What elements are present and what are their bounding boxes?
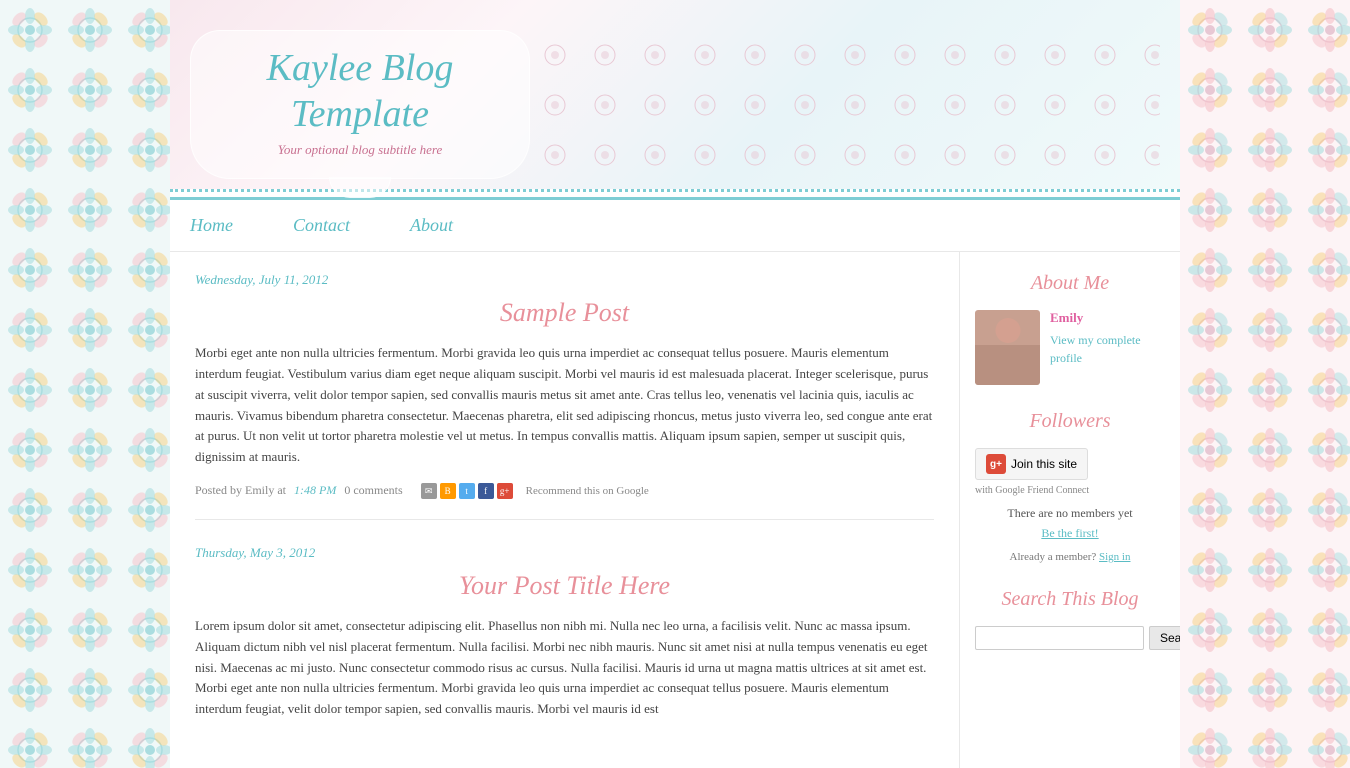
post-2-title: Your Post Title Here	[195, 571, 934, 601]
search-section: Search This Blog Search	[975, 588, 1165, 650]
post-1-author-label: Posted by Emily at	[195, 483, 286, 498]
already-member-text: Already a member? Sign in	[975, 551, 1165, 563]
gplus-share-icon[interactable]: g+	[497, 483, 513, 499]
avatar-info: Emily View my complete profile	[1050, 310, 1165, 367]
post-1-comments[interactable]: 0 comments	[344, 483, 402, 498]
google-icon: g+	[986, 454, 1006, 474]
left-decoration	[0, 0, 170, 768]
facebook-share-icon[interactable]: f	[478, 483, 494, 499]
join-label: Join this site	[1011, 457, 1077, 471]
be-first-link[interactable]: Be the first!	[975, 526, 1165, 541]
twitter-share-icon[interactable]: t	[459, 483, 475, 499]
recommend-text: Recommend this on Google	[526, 485, 649, 497]
view-profile-link[interactable]: View my complete profile	[1050, 333, 1141, 365]
followers-section: Followers g+ Join this site with Google …	[975, 410, 1165, 563]
sidebar: About Me Emily View my complete profile …	[960, 252, 1180, 768]
site-header: Kaylee Blog Template Your optional blog …	[170, 0, 1180, 200]
sign-in-link[interactable]: Sign in	[1099, 551, 1130, 563]
blog-title: Kaylee Blog Template	[231, 46, 489, 137]
right-decoration	[1180, 0, 1350, 768]
blog-subtitle: Your optional blog subtitle here	[231, 142, 489, 158]
post-1-footer: Posted by Emily at 1:48 PM 0 comments ✉ …	[195, 483, 934, 520]
avatar	[975, 310, 1040, 385]
nav-contact[interactable]: Contact	[293, 215, 350, 236]
nav-about[interactable]: About	[410, 215, 453, 236]
followers-title: Followers	[975, 410, 1165, 433]
content-wrapper: Wednesday, July 11, 2012 Sample Post Mor…	[170, 252, 1180, 768]
join-site-button[interactable]: g+ Join this site	[975, 448, 1088, 480]
post-1-title: Sample Post	[195, 298, 934, 328]
search-input[interactable]	[975, 626, 1144, 650]
post-2: Thursday, May 3, 2012 Your Post Title He…	[195, 545, 934, 720]
post-2-date: Thursday, May 3, 2012	[195, 545, 934, 561]
share-icons-1: ✉ B t f g+	[421, 483, 513, 499]
about-me-content: Emily View my complete profile	[975, 310, 1165, 385]
post-1-body: Morbi eget ante non nulla ultricies ferm…	[195, 343, 934, 468]
header-pattern	[530, 30, 1160, 170]
no-members-text: There are no members yet	[975, 506, 1165, 521]
about-me-title: About Me	[975, 272, 1165, 295]
blog-share-icon[interactable]: B	[440, 483, 456, 499]
nav-home[interactable]: Home	[190, 215, 233, 236]
email-share-icon[interactable]: ✉	[421, 483, 437, 499]
post-1-time[interactable]: 1:48 PM	[294, 483, 336, 498]
post-1-date: Wednesday, July 11, 2012	[195, 272, 934, 288]
about-me-section: About Me Emily View my complete profile	[975, 272, 1165, 385]
author-name: Emily	[1050, 310, 1165, 326]
post-1: Wednesday, July 11, 2012 Sample Post Mor…	[195, 272, 934, 520]
post-2-body: Lorem ipsum dolor sit amet, consectetur …	[195, 616, 934, 720]
title-box: Kaylee Blog Template Your optional blog …	[190, 30, 530, 179]
search-title: Search This Blog	[975, 588, 1165, 611]
main-content: Wednesday, July 11, 2012 Sample Post Mor…	[170, 252, 960, 768]
connect-text: with Google Friend Connect	[975, 485, 1165, 496]
navigation: Home Contact About	[170, 200, 1180, 252]
search-box: Search	[975, 626, 1165, 650]
dotted-divider	[170, 189, 1180, 197]
